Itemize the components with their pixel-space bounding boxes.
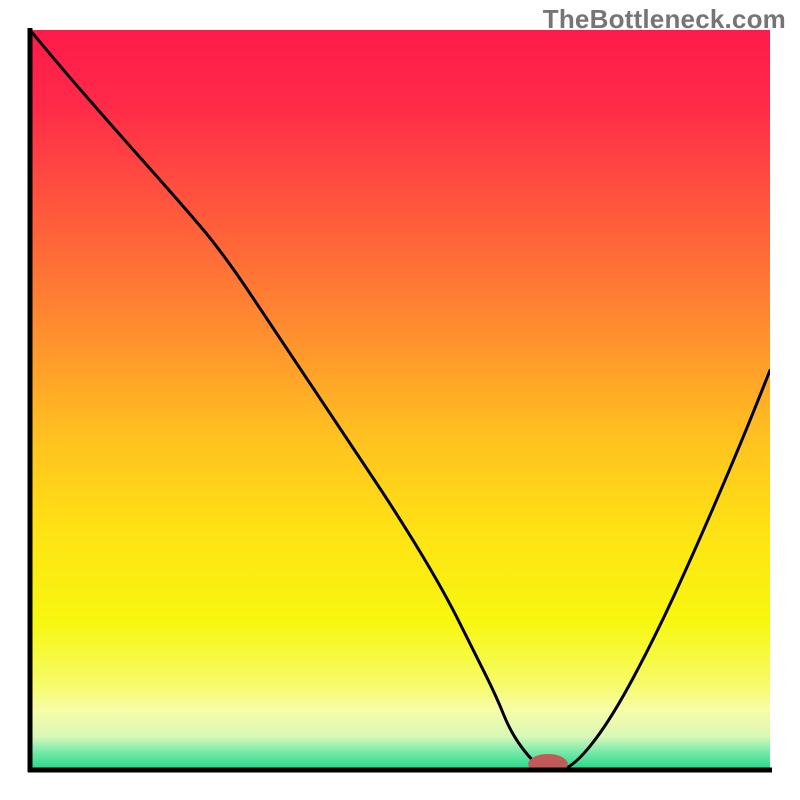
plot-background bbox=[30, 30, 770, 770]
bottleneck-chart: TheBottleneck.com bbox=[0, 0, 800, 800]
watermark-label: TheBottleneck.com bbox=[543, 4, 786, 35]
chart-svg bbox=[0, 0, 800, 800]
